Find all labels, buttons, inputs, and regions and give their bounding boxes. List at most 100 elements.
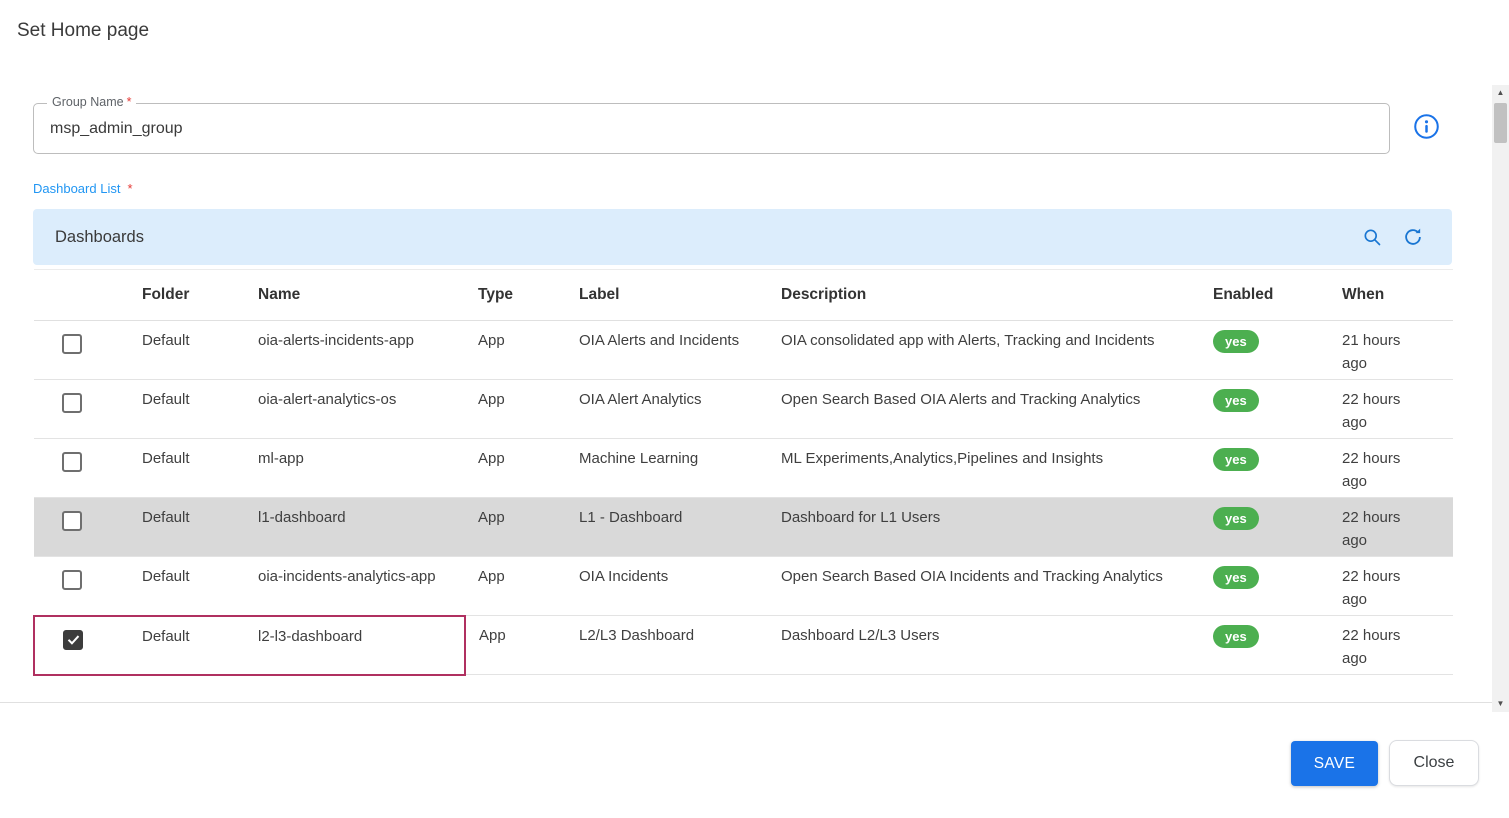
group-name-label: Group Name* [47, 95, 136, 109]
col-header-when: When [1329, 270, 1453, 321]
dashboard-list-label: Dashboard List* [33, 181, 133, 196]
enabled-badge: yes [1213, 566, 1259, 589]
cell-label: L2/L3 Dashboard [566, 616, 768, 675]
panel-title: Dashboards [55, 228, 144, 247]
col-header-name: Name [245, 270, 465, 321]
cell-name: oia-alert-analytics-os [245, 380, 465, 439]
table-row[interactable]: Defaultl1-dashboardAppL1 - DashboardDash… [34, 498, 1453, 557]
cell-folder: Default [129, 557, 245, 616]
cell-name: ml-app [245, 439, 465, 498]
panel-header-icons [1362, 226, 1424, 248]
cell-description: OIA consolidated app with Alerts, Tracki… [768, 321, 1200, 380]
cell-label: Machine Learning [566, 439, 768, 498]
col-header-enabled: Enabled [1200, 270, 1329, 321]
cell-name: l2-l3-dashboard [245, 616, 465, 675]
row-checkbox[interactable] [63, 630, 83, 650]
cell-folder: Default [129, 380, 245, 439]
content-divider [0, 702, 1492, 703]
cell-checkbox [34, 321, 129, 380]
cell-when: 21 hours ago [1329, 321, 1453, 380]
required-asterisk: * [127, 181, 132, 196]
page-title: Set Home page [17, 20, 149, 42]
info-icon[interactable] [1413, 113, 1440, 140]
cell-enabled: yes [1200, 321, 1329, 380]
cell-when: 22 hours ago [1329, 557, 1453, 616]
cell-when: 22 hours ago [1329, 616, 1453, 675]
table-header-row: FolderNameTypeLabelDescriptionEnabledWhe… [34, 270, 1453, 321]
table-row[interactable]: Defaultoia-alert-analytics-osAppOIA Aler… [34, 380, 1453, 439]
search-icon[interactable] [1362, 227, 1382, 247]
cell-folder: Default [129, 321, 245, 380]
close-button[interactable]: Close [1389, 740, 1479, 786]
cell-checkbox [34, 616, 129, 675]
set-home-page-dialog: Set Home page Group Name* msp_admin_grou… [0, 0, 1509, 818]
dashboards-panel: Dashboards [33, 209, 1452, 676]
cell-type: App [465, 616, 566, 675]
cell-folder: Default [129, 439, 245, 498]
col-header-label: Label [566, 270, 768, 321]
vertical-scrollbar[interactable]: ▲ ▼ [1492, 85, 1509, 712]
refresh-icon[interactable] [1402, 226, 1424, 248]
table-row[interactable]: Defaultoia-incidents-analytics-appAppOIA… [34, 557, 1453, 616]
cell-name: l1-dashboard [245, 498, 465, 557]
cell-type: App [465, 380, 566, 439]
cell-enabled: yes [1200, 616, 1329, 675]
enabled-badge: yes [1213, 389, 1259, 412]
group-name-value[interactable]: msp_admin_group [34, 104, 1389, 153]
cell-description: Dashboard L2/L3 Users [768, 616, 1200, 675]
col-header-folder: Folder [129, 270, 245, 321]
scrollbar-thumb[interactable] [1494, 103, 1507, 143]
cell-type: App [465, 321, 566, 380]
cell-label: L1 - Dashboard [566, 498, 768, 557]
cell-label: OIA Alerts and Incidents [566, 321, 768, 380]
dashboards-table: FolderNameTypeLabelDescriptionEnabledWhe… [33, 269, 1453, 676]
cell-description: ML Experiments,Analytics,Pipelines and I… [768, 439, 1200, 498]
row-checkbox[interactable] [62, 511, 82, 531]
group-name-field[interactable]: Group Name* msp_admin_group [33, 103, 1390, 154]
cell-enabled: yes [1200, 498, 1329, 557]
cell-enabled: yes [1200, 557, 1329, 616]
row-checkbox[interactable] [62, 570, 82, 590]
enabled-badge: yes [1213, 507, 1259, 530]
col-header-type: Type [465, 270, 566, 321]
cell-type: App [465, 439, 566, 498]
cell-checkbox [34, 380, 129, 439]
cell-type: App [465, 498, 566, 557]
cell-enabled: yes [1200, 439, 1329, 498]
dashboard-table-body: Defaultoia-alerts-incidents-appAppOIA Al… [34, 321, 1453, 675]
row-checkbox[interactable] [62, 334, 82, 354]
cell-description: Open Search Based OIA Alerts and Trackin… [768, 380, 1200, 439]
cell-folder: Default [129, 616, 245, 675]
cell-folder: Default [129, 498, 245, 557]
enabled-badge: yes [1213, 330, 1259, 353]
row-checkbox[interactable] [62, 393, 82, 413]
enabled-badge: yes [1213, 625, 1259, 648]
table-row[interactable]: Defaultoia-alerts-incidents-appAppOIA Al… [34, 321, 1453, 380]
dashboards-panel-header: Dashboards [33, 209, 1452, 265]
cell-when: 22 hours ago [1329, 439, 1453, 498]
cell-when: 22 hours ago [1329, 498, 1453, 557]
enabled-badge: yes [1213, 448, 1259, 471]
checkmark-icon [66, 632, 81, 647]
cell-name: oia-incidents-analytics-app [245, 557, 465, 616]
cell-type: App [465, 557, 566, 616]
cell-enabled: yes [1200, 380, 1329, 439]
scrollbar-down-arrow[interactable]: ▼ [1492, 696, 1509, 712]
cell-label: OIA Alert Analytics [566, 380, 768, 439]
cell-checkbox [34, 498, 129, 557]
col-header-description: Description [768, 270, 1200, 321]
cell-label: OIA Incidents [566, 557, 768, 616]
scrollbar-up-arrow[interactable]: ▲ [1492, 85, 1509, 101]
save-button[interactable]: SAVE [1291, 741, 1378, 786]
col-header-checkbox [34, 270, 129, 321]
cell-when: 22 hours ago [1329, 380, 1453, 439]
cell-checkbox [34, 439, 129, 498]
cell-description: Open Search Based OIA Incidents and Trac… [768, 557, 1200, 616]
cell-name: oia-alerts-incidents-app [245, 321, 465, 380]
required-asterisk: * [127, 95, 132, 109]
cell-checkbox [34, 557, 129, 616]
table-row[interactable]: Defaultml-appAppMachine LearningML Exper… [34, 439, 1453, 498]
table-row[interactable]: Defaultl2-l3-dashboardAppL2/L3 Dashboard… [34, 616, 1453, 675]
row-checkbox[interactable] [62, 452, 82, 472]
cell-description: Dashboard for L1 Users [768, 498, 1200, 557]
